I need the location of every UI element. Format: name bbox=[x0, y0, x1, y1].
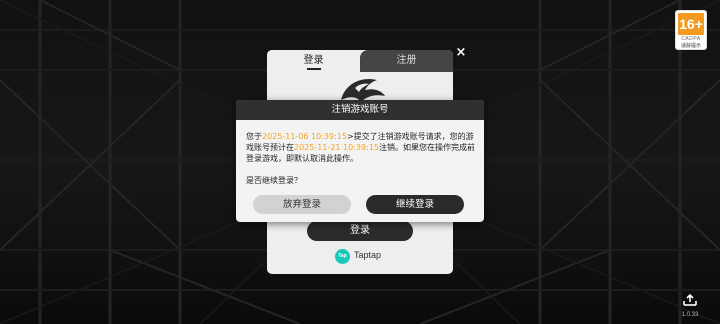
login-button[interactable]: 登录 bbox=[307, 221, 413, 241]
age-rating-label: 适龄提示 bbox=[680, 43, 701, 49]
version-label: 1.0.33 bbox=[681, 312, 699, 318]
age-rating-number: 16+ bbox=[678, 13, 704, 35]
dialog-question: 是否继续登录？ bbox=[246, 176, 302, 185]
dialog-message: 您于2025-11-06 10:39:15>提交了注销游戏账号请求，您的游戏账号… bbox=[246, 131, 478, 164]
abandon-login-button[interactable]: 放弃登录 bbox=[253, 195, 351, 214]
dialog-title: 注销游戏账号 bbox=[331, 104, 389, 115]
cancel-time: 2025-11-21 10:39:15 bbox=[294, 143, 379, 152]
age-rating-badge: 16+ CADPA 适龄提示 bbox=[676, 11, 706, 49]
request-time: 2025-11-06 10:39:15 bbox=[262, 132, 347, 141]
message-suffix-1: >提交了注销游戏账号请求， bbox=[346, 132, 450, 141]
tab-register[interactable]: 注册 bbox=[360, 50, 453, 72]
taptap-icon: Tap bbox=[335, 249, 350, 264]
continue-login-button[interactable]: 继续登录 bbox=[366, 195, 464, 214]
login-tabs: 登录 注册 bbox=[267, 50, 453, 72]
dialog-header: 注销游戏账号 bbox=[236, 100, 484, 120]
taptap-label: Taptap bbox=[354, 250, 382, 260]
message-prefix-1: 您于 bbox=[246, 132, 262, 141]
active-tab-indicator bbox=[307, 68, 321, 70]
close-icon[interactable]: × bbox=[454, 46, 468, 60]
delete-account-dialog: 注销游戏账号 您于2025-11-06 10:39:15>提交了注销游戏账号请求… bbox=[236, 100, 484, 222]
exit-icon[interactable] bbox=[682, 293, 698, 307]
